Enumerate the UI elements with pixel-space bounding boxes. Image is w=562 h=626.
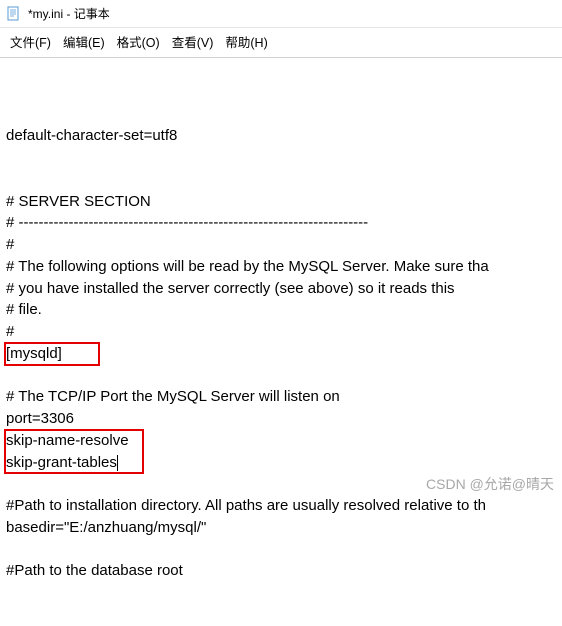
editor-line	[6, 147, 556, 169]
editor-line: # file.	[6, 299, 556, 321]
editor-line: # you have installed the server correctl…	[6, 278, 556, 300]
editor-line	[6, 365, 556, 387]
editor-line: basedir="E:/anzhuang/mysql/"	[6, 517, 556, 539]
editor-line	[6, 473, 556, 495]
editor-line: [mysqld]	[6, 343, 556, 365]
text-editor-area[interactable]: default-character-set=utf8 # SERVER SECTI…	[0, 58, 562, 626]
text-cursor	[117, 455, 118, 471]
editor-line: # --------------------------------------…	[6, 212, 556, 234]
editor-line: #	[6, 321, 556, 343]
editor-line: # The TCP/IP Port the MySQL Server will …	[6, 386, 556, 408]
notepad-icon	[6, 6, 22, 22]
menu-edit[interactable]: 编辑(E)	[63, 32, 105, 51]
editor-line: #	[6, 234, 556, 256]
menu-help[interactable]: 帮助(H)	[225, 32, 267, 51]
editor-line: default-character-set=utf8	[6, 125, 556, 147]
editor-line	[6, 539, 556, 561]
editor-line: #Path to installation directory. All pat…	[6, 495, 556, 517]
window-title-bar: *my.ini - 记事本	[0, 0, 562, 28]
menu-bar: 文件(F) 编辑(E) 格式(O) 查看(V) 帮助(H)	[0, 28, 562, 58]
menu-format[interactable]: 格式(O)	[117, 32, 160, 51]
editor-line: skip-grant-tables	[6, 452, 556, 474]
editor-line: # The following options will be read by …	[6, 256, 556, 278]
menu-view[interactable]: 查看(V)	[172, 32, 214, 51]
editor-line: # SERVER SECTION	[6, 191, 556, 213]
editor-line	[6, 169, 556, 191]
window-title: *my.ini - 记事本	[28, 5, 110, 22]
menu-file[interactable]: 文件(F)	[10, 32, 51, 51]
editor-line: port=3306	[6, 408, 556, 430]
editor-line: #Path to the database root	[6, 560, 556, 582]
editor-line: skip-name-resolve	[6, 430, 556, 452]
